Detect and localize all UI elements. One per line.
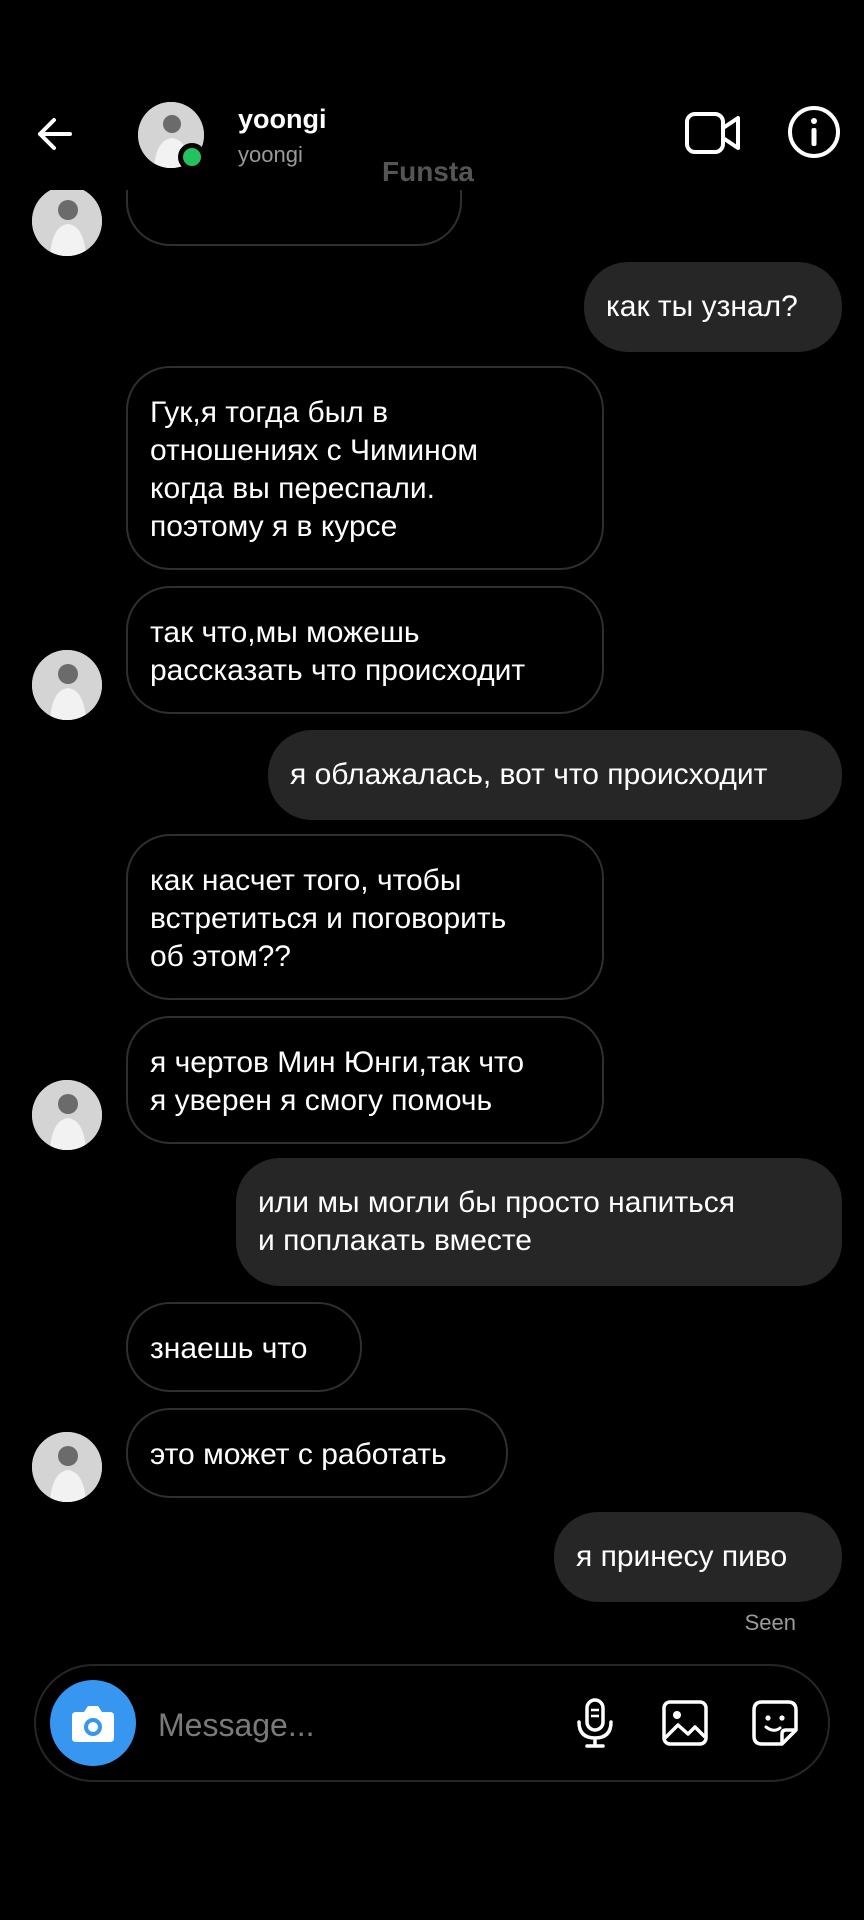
info-icon[interactable] [786, 104, 842, 160]
contact-name[interactable]: yoongi [238, 104, 327, 135]
avatar[interactable] [32, 650, 102, 720]
message-bubble[interactable]: так что,мы можешь рассказать что происхо… [126, 586, 604, 714]
message-bubble[interactable]: я чертов Мин Юнги,так что я уверен я смо… [126, 1016, 604, 1144]
back-arrow-icon[interactable] [30, 108, 82, 160]
message-bubble[interactable]: знаешь что [126, 1302, 362, 1392]
message-bubble[interactable]: Гук,я тогда был в отношениях с Чимином к… [126, 366, 604, 570]
message-bubble[interactable]: я принесу пиво [554, 1512, 842, 1602]
avatar[interactable] [32, 1080, 102, 1150]
funsta-label: Funsta [382, 156, 474, 187]
message-bubble[interactable]: или мы могли бы просто напиться и поплак… [236, 1158, 842, 1286]
sticker-icon[interactable] [746, 1694, 804, 1752]
camera-icon[interactable] [50, 1680, 136, 1766]
avatar[interactable] [32, 1432, 102, 1502]
avatar[interactable] [32, 186, 102, 256]
message-bubble[interactable]: как ты узнал? [584, 262, 842, 352]
message-bubble[interactable]: я облажалась, вот что происходит [268, 730, 842, 820]
gallery-icon[interactable] [656, 1694, 714, 1752]
online-status-dot [178, 143, 206, 171]
video-call-icon[interactable] [684, 108, 742, 158]
microphone-icon[interactable] [566, 1694, 624, 1752]
message-bubble[interactable]: как насчет того, чтобы встретиться и пог… [126, 834, 604, 1000]
message-composer [34, 1664, 830, 1782]
chat-header: yoongi yoongi Funsta [0, 0, 864, 190]
message-input[interactable] [156, 1700, 560, 1750]
message-bubble[interactable]: это может с работать [126, 1408, 508, 1498]
message-thread: как ты узнал? Гук,я тогда был в отношени… [0, 0, 864, 1900]
contact-username: yoongi [238, 142, 303, 167]
seen-status: Seen [744, 1610, 796, 1635]
